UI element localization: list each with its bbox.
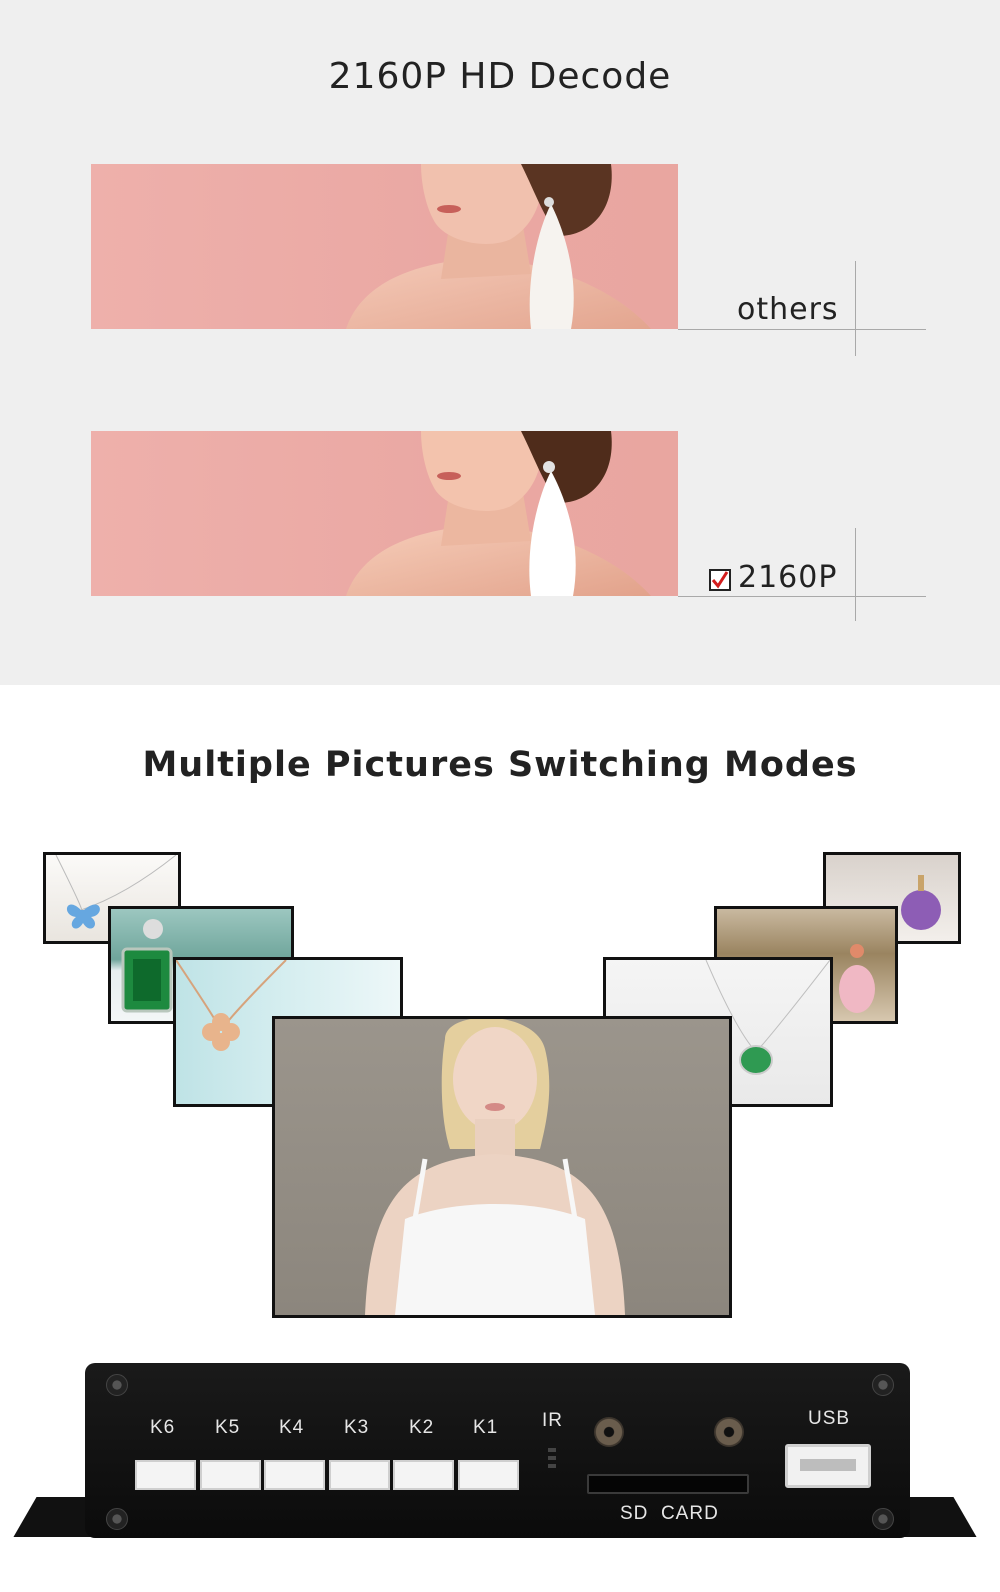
2160p-label: 2160P [738,560,838,595]
checkbox-2160p[interactable] [709,569,731,591]
switching-modes-title: Multiple Pictures Switching Modes [142,745,858,785]
screw-icon [106,1374,128,1396]
connector-port-k5 [200,1460,261,1490]
usb-port [785,1444,871,1488]
connector-port-k3 [329,1460,390,1490]
sd-card-label: SD CARD [620,1503,719,1524]
antenna-port-icon [714,1417,744,1447]
main-model-photo [272,1016,732,1318]
connector-label-k5: K5 [215,1417,241,1438]
connector-label-k3: K3 [344,1417,370,1438]
connector-label-k2: K2 [409,1417,435,1438]
others-label: others [737,292,839,327]
connector-port-k6 [135,1460,196,1490]
connector-label-k6: K6 [150,1417,176,1438]
connector-label-k1: K1 [473,1417,499,1438]
antenna-port-icon [594,1417,624,1447]
hd-decode-title: 2160P HD Decode [328,56,672,97]
banner-photo-others [91,164,678,329]
connector-port-k2 [393,1460,454,1490]
model-woman-photo [365,1019,625,1315]
connector-port-k4 [264,1460,325,1490]
checkmark-icon [711,571,729,589]
usb-label: USB [808,1408,851,1429]
screw-icon [872,1508,894,1530]
screw-icon [872,1374,894,1396]
ir-label: IR [542,1410,563,1431]
woman-earring-photo [346,164,651,329]
divider-line [678,329,926,330]
divider-line [855,528,856,621]
screw-icon [106,1508,128,1530]
connector-port-k1 [458,1460,519,1490]
woman-earring-photo [346,431,651,596]
sd-card-slot [587,1474,749,1494]
divider-line [855,261,856,356]
banner-photo-2160p [91,431,678,596]
connector-label-k4: K4 [279,1417,305,1438]
ir-sensor-icon [548,1448,556,1472]
divider-line [678,596,926,597]
